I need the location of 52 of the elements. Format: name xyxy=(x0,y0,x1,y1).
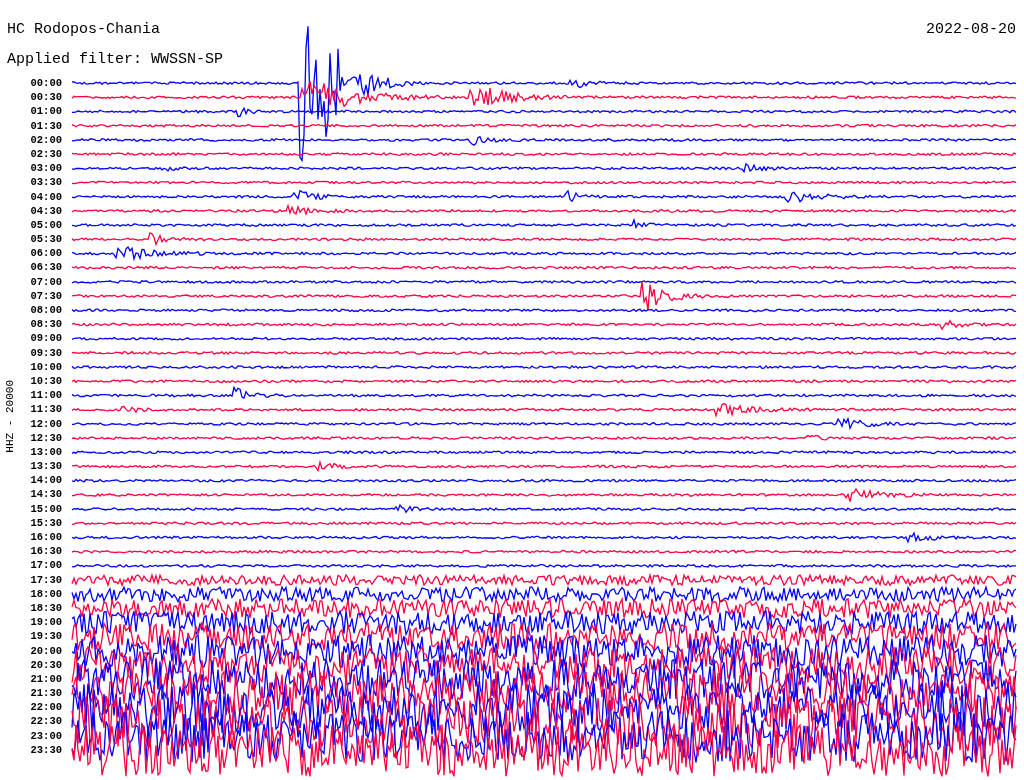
time-label: 22:30 xyxy=(30,714,62,729)
date-label: 2022-08-20 xyxy=(926,20,1016,40)
time-label: 11:00 xyxy=(30,388,62,403)
time-label: 12:30 xyxy=(30,430,62,445)
time-label: 19:30 xyxy=(30,629,62,644)
time-label: 21:30 xyxy=(30,686,62,701)
time-label: 13:00 xyxy=(30,444,62,460)
time-label: 23:00 xyxy=(30,728,62,743)
time-label: 07:00 xyxy=(30,274,62,289)
time-label: 09:30 xyxy=(30,345,62,360)
time-label: 15:00 xyxy=(30,501,62,516)
time-label: 02:30 xyxy=(30,146,62,162)
time-label: 00:30 xyxy=(30,90,62,105)
time-label: 10:00 xyxy=(30,359,62,374)
time-label: 20:30 xyxy=(30,657,62,672)
time-label: 22:00 xyxy=(30,700,62,715)
time-label: 01:30 xyxy=(30,118,62,133)
time-label: 14:00 xyxy=(30,473,62,488)
time-label: 23:30 xyxy=(30,742,62,757)
time-label: 13:30 xyxy=(30,459,62,474)
time-label: 11:30 xyxy=(30,402,62,417)
time-label: 03:00 xyxy=(30,161,62,176)
time-label: 04:30 xyxy=(30,203,62,218)
time-label: 18:00 xyxy=(30,586,62,601)
time-label: 05:30 xyxy=(30,232,62,247)
time-label: 18:30 xyxy=(30,600,62,616)
time-label: 15:30 xyxy=(30,515,62,530)
filter-label: Applied filter: WWSSN-SP xyxy=(6,50,225,70)
channel-label: HHZ - 20000 xyxy=(4,380,16,454)
time-label: 09:00 xyxy=(30,331,62,346)
time-label: 08:00 xyxy=(30,303,62,318)
station-title: HC Rodopos-Chania xyxy=(7,20,161,40)
time-label: 16:00 xyxy=(30,530,62,545)
time-label: 03:30 xyxy=(30,175,62,190)
time-label: 17:30 xyxy=(30,572,62,587)
time-label: 17:00 xyxy=(30,558,62,573)
time-label: 14:30 xyxy=(30,487,62,502)
time-label: 16:30 xyxy=(30,544,62,559)
time-label: 04:00 xyxy=(30,189,62,204)
time-label: 06:30 xyxy=(30,260,62,275)
time-label: 02:00 xyxy=(30,132,62,147)
time-label: 21:00 xyxy=(30,671,62,687)
time-label: 06:00 xyxy=(30,246,62,261)
time-label: 08:30 xyxy=(30,317,62,332)
time-label: 07:30 xyxy=(30,288,62,303)
time-label: 10:30 xyxy=(30,373,62,389)
time-label: 19:00 xyxy=(30,615,62,630)
time-label: 00:00 xyxy=(30,76,62,91)
time-label: 12:00 xyxy=(30,416,62,431)
time-label: 20:00 xyxy=(30,643,62,658)
time-label: 05:00 xyxy=(30,217,62,233)
time-label: 01:00 xyxy=(30,104,62,119)
